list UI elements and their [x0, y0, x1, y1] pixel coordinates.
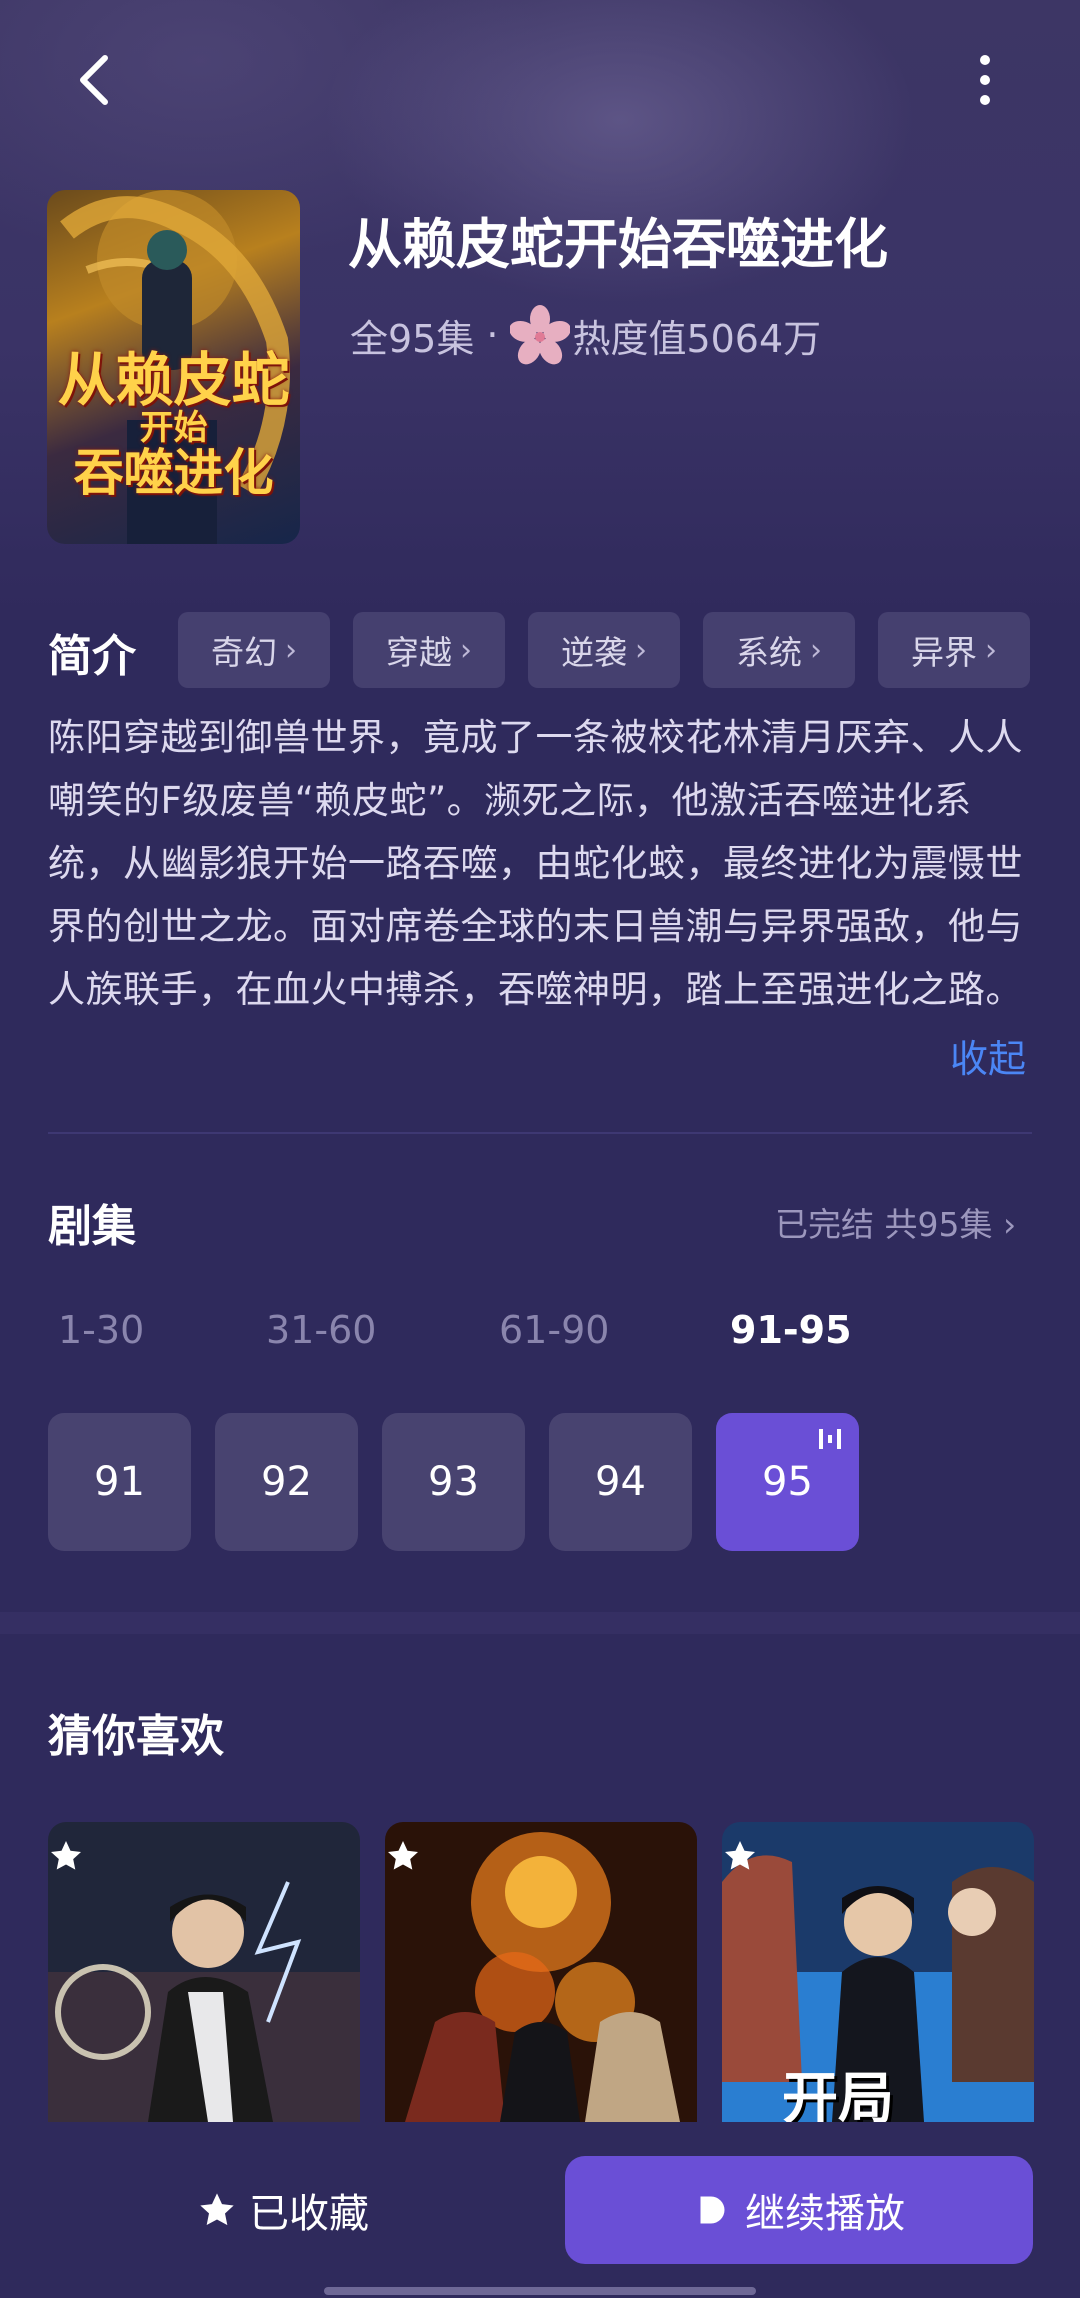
episode-grid: 91 92 93 94 95 [48, 1413, 859, 1551]
star-icon[interactable] [722, 1838, 758, 1874]
range-tab[interactable]: 61-90 [499, 1308, 609, 1352]
tag-label: 异界 [911, 633, 977, 672]
home-indicator[interactable] [324, 2287, 756, 2295]
episode-button[interactable]: 94 [549, 1413, 692, 1551]
chevron-right-icon: › [635, 632, 647, 668]
drama-title: 从赖皮蛇开始吞噬进化 [348, 213, 888, 276]
collapse-button[interactable]: 收起 [950, 1028, 1026, 1083]
back-button[interactable] [60, 45, 130, 115]
recommend-heading: 猜你喜欢 [48, 1711, 224, 1762]
blossom-icon [510, 305, 571, 365]
tag-otherworld[interactable]: 异界 › [878, 612, 1030, 688]
range-tab-active[interactable]: 91-95 [730, 1308, 852, 1352]
episodes-heading: 剧集 [48, 1201, 136, 1252]
genre-tags: 奇幻 › 穿越 › 逆袭 › 系统 › 异界 › [178, 612, 1030, 688]
section-separator-band [0, 1612, 1080, 1634]
chevron-right-icon: › [992, 1205, 1017, 1244]
tag-label: 系统 [736, 633, 802, 672]
recommend-cover-art [48, 1822, 360, 2122]
episode-button[interactable]: 93 [382, 1413, 525, 1551]
tag-system[interactable]: 系统 › [703, 612, 855, 688]
tag-fantasy[interactable]: 奇幻 › [178, 612, 330, 688]
intro-heading: 简介 [48, 631, 136, 682]
recommend-list: 开局 [48, 1822, 1034, 2122]
chevron-right-icon: › [985, 632, 997, 668]
chevron-right-icon: › [810, 632, 822, 668]
popularity-value: 热度值5064万 [572, 316, 822, 361]
star-icon [200, 2193, 234, 2226]
tag-time-travel[interactable]: 穿越 › [353, 612, 505, 688]
cover-title-text: 从赖皮蛇 开始 吞噬进化 [57, 346, 290, 502]
chevron-right-icon: › [285, 632, 297, 668]
favorite-label: 已收藏 [249, 2191, 369, 2237]
recommend-card[interactable] [385, 1822, 697, 2122]
episode-count: 全95集 [350, 316, 475, 361]
favorite-button[interactable]: 已收藏 [48, 2158, 518, 2262]
play-icon [700, 2196, 725, 2224]
episode-number: 95 [762, 1459, 813, 1505]
drama-meta: 全95集 · 热度值5064万 [350, 305, 821, 365]
range-tab[interactable]: 1-30 [58, 1308, 144, 1352]
intro-description: 陈阳穿越到御兽世界，竟成了一条被校花林清月厌弃、人人嘲笑的F级废兽“赖皮蛇”。濒… [48, 716, 1023, 1011]
chevron-left-icon [80, 55, 108, 105]
continue-play-button[interactable]: 继续播放 [565, 2156, 1033, 2264]
now-playing-icon [819, 1429, 841, 1449]
recommend-card[interactable] [48, 1822, 360, 2122]
more-button[interactable] [955, 45, 1015, 115]
episodes-status: 已完结 共95集 [775, 1205, 993, 1244]
episode-button[interactable]: 92 [215, 1413, 358, 1551]
recommend-cover-art [385, 1822, 697, 2122]
episodes-status-link[interactable]: 已完结 共95集 › [775, 1198, 1016, 1246]
tag-label: 逆袭 [561, 633, 627, 672]
star-icon[interactable] [48, 1838, 84, 1874]
episode-button-current[interactable]: 95 [716, 1413, 859, 1551]
range-tab[interactable]: 31-60 [266, 1308, 376, 1352]
continue-play-label: 继续播放 [745, 2191, 905, 2237]
recommend-card[interactable]: 开局 [722, 1822, 1034, 2122]
star-icon[interactable] [385, 1838, 421, 1874]
episode-button[interactable]: 91 [48, 1413, 191, 1551]
drama-cover[interactable]: 从赖皮蛇 开始 吞噬进化 [47, 190, 300, 544]
recommend-cover-title: 开局 [782, 2067, 894, 2122]
more-vertical-icon [980, 55, 990, 105]
tag-comeback[interactable]: 逆袭 › [528, 612, 680, 688]
tag-label: 穿越 [386, 633, 452, 672]
meta-separator: · [486, 313, 499, 357]
chevron-right-icon: › [460, 632, 472, 668]
tag-label: 奇幻 [211, 633, 277, 672]
section-divider [48, 1132, 1032, 1134]
